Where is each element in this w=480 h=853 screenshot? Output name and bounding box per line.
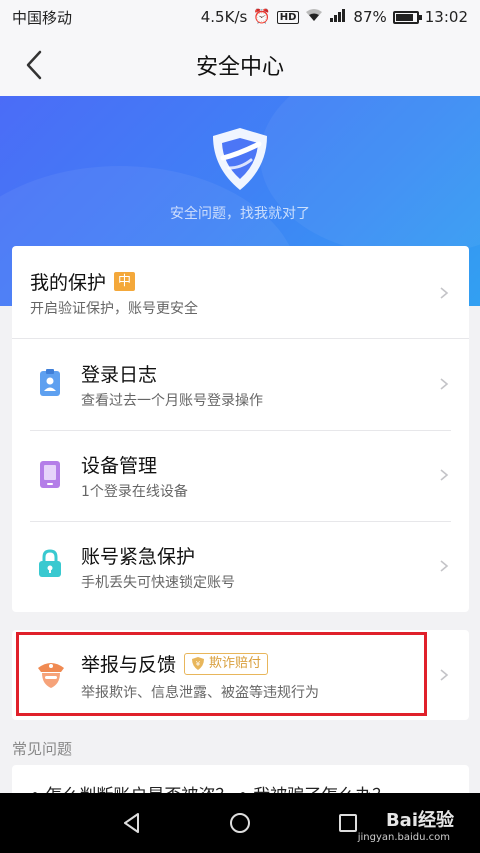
my-protection-row[interactable]: 我的保护 中 开启验证保护，账号更安全 bbox=[12, 246, 469, 336]
divider bbox=[12, 338, 469, 339]
chevron-right-icon bbox=[440, 560, 449, 572]
login-log-row[interactable]: 登录日志 查看过去一个月账号登录操作 bbox=[12, 340, 469, 430]
network-speed: 4.5K/s bbox=[200, 8, 248, 26]
faq-section-title: 常见问题 bbox=[12, 740, 73, 758]
lock-icon bbox=[39, 549, 61, 577]
hd-icon: HD bbox=[276, 10, 300, 24]
chevron-right-icon bbox=[440, 669, 449, 681]
nav-recents-icon[interactable] bbox=[336, 811, 360, 835]
my-protection-subtitle: 开启验证保护，账号更安全 bbox=[30, 301, 198, 317]
back-arrow-icon[interactable] bbox=[20, 48, 50, 82]
nav-back-icon[interactable] bbox=[120, 811, 144, 835]
device-management-title: 设备管理 bbox=[81, 455, 158, 477]
watermark-url: jingyan.baidu.com bbox=[357, 832, 450, 843]
emergency-protection-subtitle: 手机丢失可快速锁定账号 bbox=[81, 575, 235, 591]
battery-percent: 87% bbox=[353, 8, 387, 26]
device-management-row[interactable]: 设备管理 1个登录在线设备 bbox=[12, 431, 469, 521]
device-icon bbox=[40, 461, 60, 488]
security-card: 我的保护 中 开启验证保护，账号更安全 登录日志 查看过去一个月账号登录操作 设… bbox=[12, 246, 469, 612]
highlight-box bbox=[16, 632, 427, 716]
page-title: 安全中心 bbox=[195, 55, 284, 80]
hero-slogan: 安全问题，找我就对了 bbox=[170, 206, 310, 222]
my-protection-title: 我的保护 bbox=[30, 272, 107, 294]
status-bar: 中国移动 4.5K/s ⏰ HD 87% 13:02 bbox=[0, 0, 480, 34]
chevron-right-icon bbox=[440, 287, 449, 299]
signal-icon bbox=[329, 8, 347, 26]
emergency-protection-row[interactable]: 账号紧急保护 手机丢失可快速锁定账号 bbox=[12, 522, 469, 612]
device-management-subtitle: 1个登录在线设备 bbox=[81, 484, 188, 500]
login-log-subtitle: 查看过去一个月账号登录操作 bbox=[81, 393, 263, 409]
chevron-right-icon bbox=[440, 378, 449, 390]
login-log-icon bbox=[40, 369, 60, 396]
chevron-right-icon bbox=[440, 469, 449, 481]
protection-level-badge: 中 bbox=[114, 272, 136, 291]
nav-home-icon[interactable] bbox=[228, 811, 252, 835]
battery-icon bbox=[392, 10, 422, 24]
alarm-icon: ⏰ bbox=[253, 9, 271, 25]
wifi-icon bbox=[305, 8, 323, 26]
login-log-title: 登录日志 bbox=[81, 364, 158, 386]
title-bar: 安全中心 bbox=[0, 34, 480, 96]
carrier-label: 中国移动 bbox=[12, 8, 73, 27]
clock: 13:02 bbox=[424, 8, 468, 26]
watermark-brand: Bai经验 bbox=[385, 810, 454, 831]
status-icons: 4.5K/s ⏰ HD 87% 13:02 bbox=[201, 8, 468, 26]
shield-icon bbox=[213, 128, 267, 190]
emergency-protection-title: 账号紧急保护 bbox=[81, 546, 196, 568]
